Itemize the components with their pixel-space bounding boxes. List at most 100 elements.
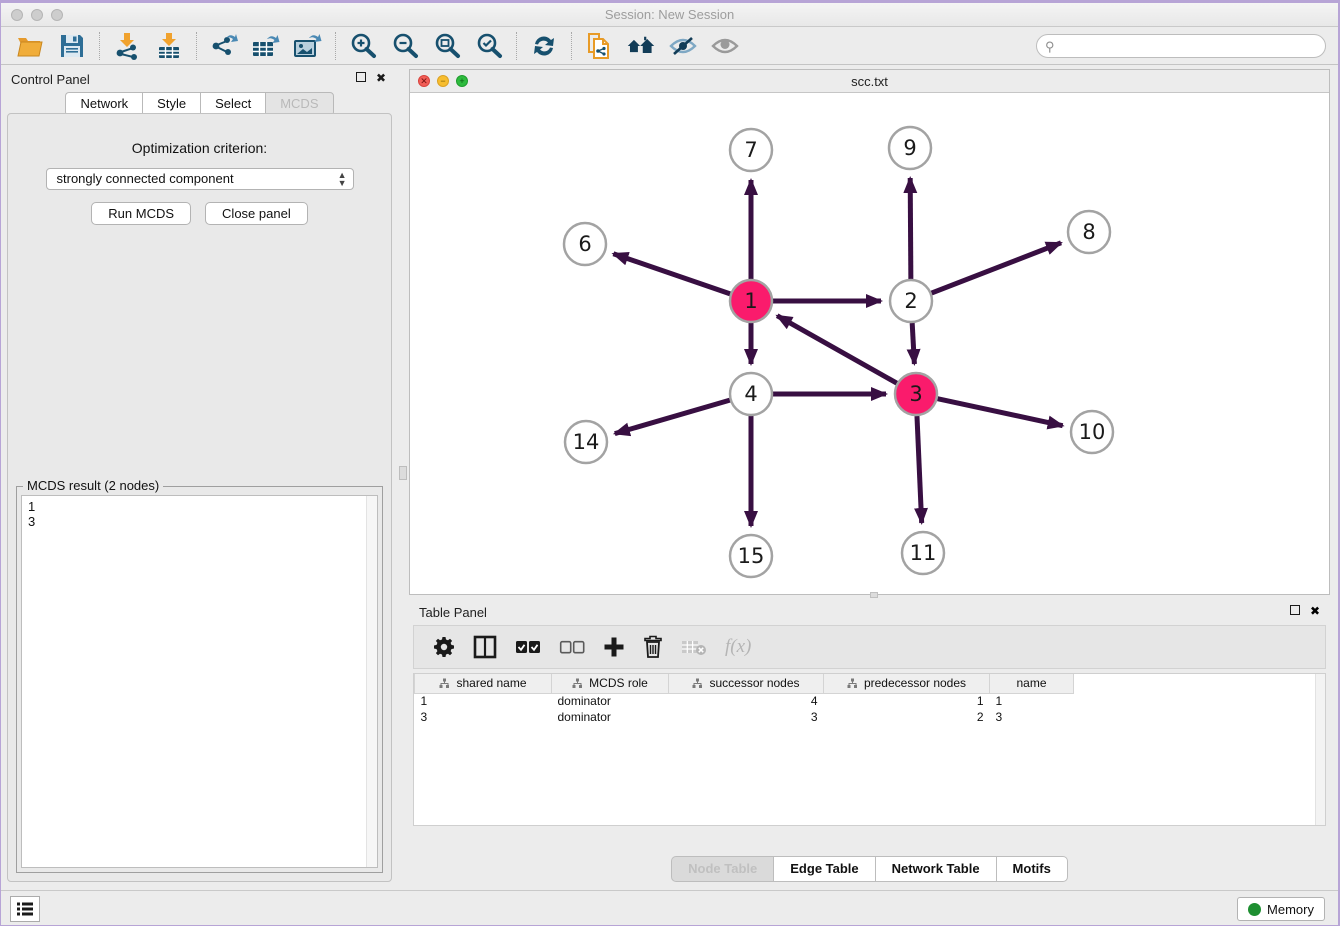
- network-view-window: ✕ − + scc.txt 7968124314101511: [409, 69, 1330, 595]
- cell-shared-name[interactable]: 1: [415, 693, 552, 709]
- cell-name[interactable]: 1: [990, 693, 1074, 709]
- function-builder-icon[interactable]: f(x): [725, 636, 751, 658]
- cell-MCDS-role[interactable]: dominator: [552, 709, 669, 725]
- mcds-result-text[interactable]: 1 3: [21, 495, 378, 868]
- edge-2-8[interactable]: [932, 243, 1062, 293]
- column-header-predecessor-nodes[interactable]: predecessor nodes: [824, 674, 990, 693]
- show-view-eye-icon[interactable]: [710, 31, 740, 61]
- splitter-grip[interactable]: [399, 466, 407, 480]
- export-network-icon[interactable]: [209, 31, 239, 61]
- close-panel-icon[interactable]: ✖: [376, 72, 386, 84]
- toolbar-separator: [335, 32, 336, 60]
- float-panel-icon[interactable]: [356, 72, 366, 82]
- select-all-icon[interactable]: [515, 639, 541, 655]
- column-header-name[interactable]: name: [990, 674, 1074, 693]
- refresh-icon[interactable]: [529, 31, 559, 61]
- edge-3-10[interactable]: [938, 399, 1063, 426]
- deselect-all-icon[interactable]: [559, 639, 585, 655]
- network-window-titlebar[interactable]: ✕ − + scc.txt: [410, 70, 1329, 93]
- export-table-icon[interactable]: [251, 31, 281, 61]
- task-history-button[interactable]: [10, 896, 40, 922]
- cell-successor-nodes[interactable]: 4: [669, 693, 824, 709]
- zoom-in-icon[interactable]: [348, 31, 378, 61]
- edge-3-1[interactable]: [777, 316, 897, 383]
- zoom-selected-icon[interactable]: [474, 31, 504, 61]
- column-header-MCDS-role[interactable]: MCDS role: [552, 674, 669, 693]
- table-toolbar: f(x): [413, 625, 1326, 669]
- import-network-icon[interactable]: [112, 31, 142, 61]
- gear-icon[interactable]: [433, 636, 455, 658]
- cell-successor-nodes[interactable]: 3: [669, 709, 824, 725]
- table-panel: Table Panel ✖: [409, 599, 1330, 890]
- node-label-11: 11: [910, 541, 937, 565]
- edge-2-3[interactable]: [912, 323, 914, 364]
- zoom-fit-icon[interactable]: [432, 31, 462, 61]
- optimization-criterion-select[interactable]: strongly connected component ▲▼: [46, 168, 354, 190]
- application-window: Session: New Session: [1, 3, 1338, 925]
- status-bar: Memory: [1, 890, 1338, 925]
- columns-icon[interactable]: [473, 635, 497, 659]
- tab-node-table[interactable]: Node Table: [671, 856, 773, 882]
- table-scrollbar[interactable]: [1315, 674, 1325, 825]
- tab-network-table[interactable]: Network Table: [875, 856, 996, 882]
- node-label-4: 4: [744, 382, 757, 406]
- tab-edge-table[interactable]: Edge Table: [773, 856, 874, 882]
- table-panel-title: Table Panel: [419, 605, 487, 620]
- column-header-shared-name[interactable]: shared name: [415, 674, 552, 693]
- table-row[interactable]: 1dominator411: [415, 693, 1074, 709]
- node-label-2: 2: [904, 289, 917, 313]
- hide-view-eye-slash-icon[interactable]: [668, 31, 698, 61]
- cell-MCDS-role[interactable]: dominator: [552, 693, 669, 709]
- node-label-3: 3: [909, 382, 922, 406]
- network-canvas[interactable]: 7968124314101511: [410, 93, 1329, 594]
- main-toolbar: ⚲: [1, 27, 1338, 65]
- cell-predecessor-nodes[interactable]: 1: [824, 693, 990, 709]
- close-panel-button[interactable]: Close panel: [205, 202, 308, 225]
- panel-splitter[interactable]: [398, 66, 409, 890]
- toolbar-separator: [516, 32, 517, 60]
- column-type-icon: [692, 678, 703, 689]
- main-titlebar: Session: New Session: [1, 3, 1338, 27]
- toolbar-separator: [99, 32, 100, 60]
- mcds-tab-content: Optimization criterion: strongly connect…: [7, 113, 392, 882]
- delete-table-icon[interactable]: [681, 638, 707, 656]
- cell-name[interactable]: 3: [990, 709, 1074, 725]
- horizontal-splitter-grip[interactable]: [870, 592, 878, 598]
- column-header-successor-nodes[interactable]: successor nodes: [669, 674, 824, 693]
- search-input[interactable]: [1036, 34, 1326, 58]
- column-type-icon: [572, 678, 583, 689]
- edge-4-14[interactable]: [615, 400, 730, 433]
- mcds-result-title: MCDS result (2 nodes): [23, 478, 163, 493]
- memory-button[interactable]: Memory: [1237, 897, 1325, 921]
- edge-2-9[interactable]: [910, 178, 911, 279]
- cell-shared-name[interactable]: 3: [415, 709, 552, 725]
- node-label-1: 1: [744, 289, 757, 313]
- search-icon: ⚲: [1045, 39, 1055, 55]
- node-label-15: 15: [738, 544, 765, 568]
- select-stepper-icon: ▲▼: [338, 171, 347, 187]
- optimization-criterion-label: Optimization criterion:: [8, 140, 391, 156]
- edge-1-6[interactable]: [613, 254, 730, 294]
- column-type-icon: [847, 678, 858, 689]
- edge-3-11[interactable]: [917, 416, 922, 523]
- table-tabs: Node TableEdge TableNetwork TableMotifs: [671, 856, 1068, 882]
- network-graph[interactable]: 7968124314101511: [410, 93, 1329, 594]
- duplicate-network-icon[interactable]: [584, 31, 614, 61]
- import-table-icon[interactable]: [154, 31, 184, 61]
- zoom-out-icon[interactable]: [390, 31, 420, 61]
- run-mcds-button[interactable]: Run MCDS: [91, 202, 191, 225]
- delete-row-trash-icon[interactable]: [643, 635, 663, 659]
- save-session-icon[interactable]: [57, 31, 87, 61]
- column-type-icon: [439, 678, 450, 689]
- home-icon[interactable]: [626, 31, 656, 61]
- add-row-icon[interactable]: [603, 636, 625, 658]
- cell-predecessor-nodes[interactable]: 2: [824, 709, 990, 725]
- close-table-panel-icon[interactable]: ✖: [1310, 605, 1320, 617]
- result-scrollbar[interactable]: [366, 496, 377, 867]
- float-table-panel-icon[interactable]: [1290, 605, 1300, 615]
- open-session-icon[interactable]: [15, 31, 45, 61]
- table-row[interactable]: 3dominator323: [415, 709, 1074, 725]
- export-image-icon[interactable]: [293, 31, 323, 61]
- tab-motifs[interactable]: Motifs: [996, 856, 1068, 882]
- search-container: ⚲: [1036, 34, 1326, 58]
